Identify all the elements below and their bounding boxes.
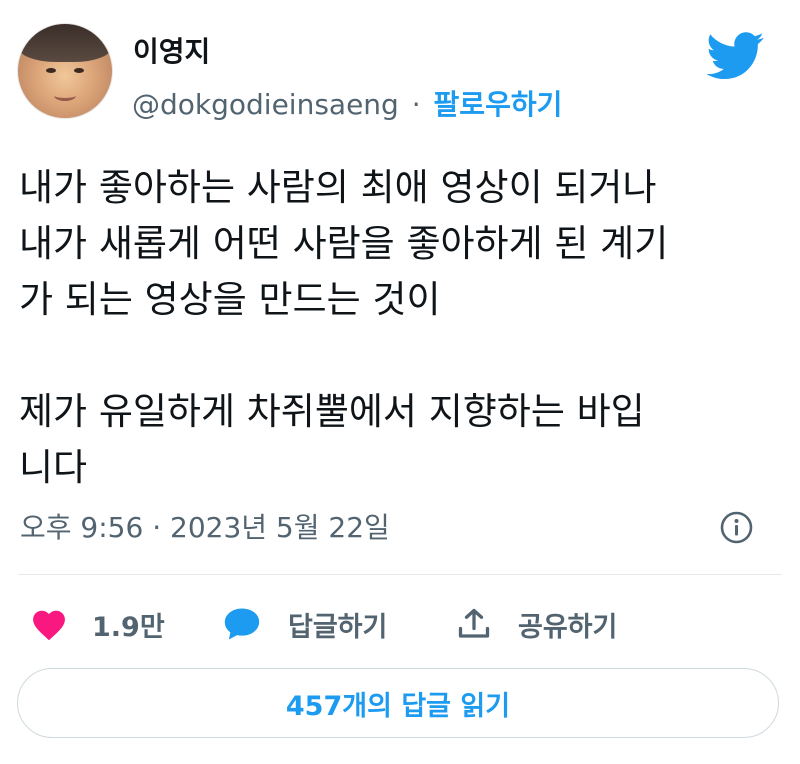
like-count: 1.9만 bbox=[92, 611, 165, 643]
reply-label: 답글하기 bbox=[288, 611, 388, 643]
read-replies-button[interactable]: 457개의 답글 읽기 bbox=[17, 668, 779, 738]
tweet-timestamp[interactable]: 오후 9:56 · 2023년 5월 22일 bbox=[20, 506, 390, 546]
avatar-hair bbox=[18, 24, 112, 62]
avatar-eye bbox=[74, 68, 84, 73]
share-label: 공유하기 bbox=[518, 611, 618, 643]
tweet-text: 내가 좋아하는 사람의 최애 영상이 되거나 내가 새롭게 어떤 사람을 좋아하… bbox=[19, 166, 669, 489]
action-bar: 1.9만 답글하기 공유하기 bbox=[0, 596, 800, 652]
display-name[interactable]: 이영지 bbox=[133, 30, 210, 70]
user-handle[interactable]: @dokgodieinsaeng bbox=[132, 88, 399, 121]
avatar[interactable] bbox=[17, 23, 113, 119]
like-button[interactable]: 1.9만 bbox=[30, 596, 165, 652]
avatar-eye bbox=[46, 68, 56, 73]
follow-button[interactable]: 팔로우하기 bbox=[434, 88, 563, 121]
heart-icon bbox=[33, 610, 65, 641]
separator-dot: · bbox=[411, 88, 421, 121]
info-icon[interactable] bbox=[720, 511, 753, 544]
twitter-bird-icon[interactable] bbox=[707, 32, 765, 80]
speech-bubble-icon bbox=[224, 608, 260, 640]
handle-row: @dokgodieinsaeng · 팔로우하기 bbox=[132, 83, 562, 123]
share-button[interactable]: 공유하기 bbox=[456, 596, 617, 652]
divider bbox=[18, 574, 782, 575]
reply-button[interactable]: 답글하기 bbox=[222, 596, 387, 652]
avatar-mouth bbox=[54, 90, 76, 101]
share-upload-icon bbox=[458, 608, 490, 638]
